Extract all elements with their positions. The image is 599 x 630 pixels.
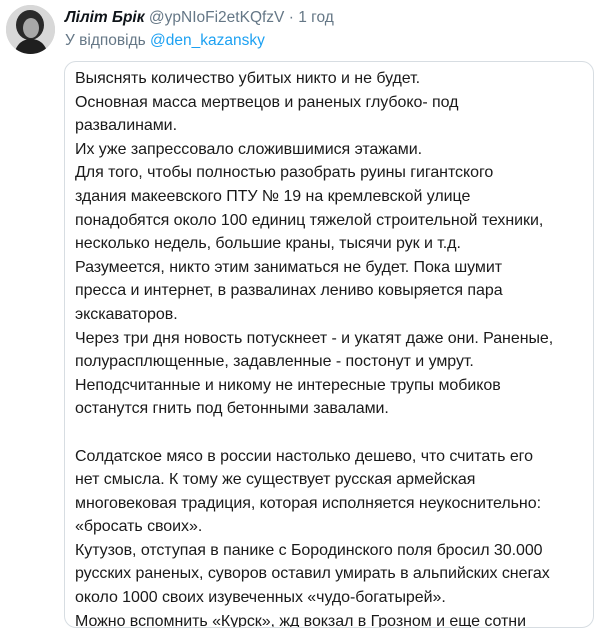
card-text-line: несколько недель, большие краны, тысячи … [75, 235, 461, 253]
card-text-line: «бросать своих». [75, 518, 203, 536]
attached-text-image[interactable]: Выяснять количество убитых никто и не бу… [64, 61, 594, 628]
card-text-line [75, 421, 593, 445]
card-text-line: Кутузов, отступая в панике с Бородинског… [75, 541, 543, 559]
card-text-line: Можно вспомнить «Курск», жд вокзал в Гро… [75, 612, 526, 628]
tweet[interactable]: Ліліт Брік @ypNIoFi2etKQfzV · 1 год У ві… [0, 0, 599, 630]
reply-mention-link[interactable]: @den_kazansky [150, 32, 265, 49]
card-text-line: останутся гнить под бетонными завалами. [75, 400, 389, 418]
card-text-line: Неподсчитанные и никому не интересные тр… [75, 376, 501, 394]
avatar-portrait-icon [6, 5, 55, 54]
card-text-line: около 1000 своих изувеченных «чудо-богат… [75, 589, 446, 607]
author-name[interactable]: Ліліт Брік [65, 9, 145, 26]
card-text-line: Их уже запрессовало сложившимися этажами… [75, 140, 423, 158]
card-text-line: Выяснять количество убитых никто и не бу… [75, 70, 421, 87]
tweet-header: Ліліт Брік @ypNIoFi2etKQfzV · 1 год [65, 8, 334, 27]
reply-prefix: У відповідь [65, 32, 146, 49]
card-text-line: Через три дня новость потускнеет - и ука… [75, 329, 554, 347]
card-text-line: Разумеется, никто этим заниматься не буд… [75, 258, 503, 276]
timestamp[interactable]: 1 год [298, 9, 334, 26]
card-text-line: полурасплющенные, задавленные - постонут… [75, 353, 474, 371]
card-text-line: развалинами. [75, 117, 177, 135]
card-text-line: нет смысла. К тому же существует русская… [75, 471, 476, 489]
card-text-line: здания макеевского ПТУ № 19 на кремлевск… [75, 187, 471, 205]
card-text-line: Основная масса мертвецов и раненых глубо… [75, 93, 459, 111]
card-text-line: русских раненых, суворов оставил умирать… [75, 565, 550, 583]
card-text-line: Солдатское мясо в россии настолько дешев… [75, 447, 533, 465]
card-text-line: пресса и интернет, в развалинах лениво к… [75, 282, 503, 300]
card-text-line: экскаваторов. [75, 305, 178, 323]
card-text-line: Для того, чтобы полностью разобрать руин… [75, 164, 494, 182]
avatar[interactable] [6, 5, 55, 54]
card-text-line: многовековая традиция, которая исполняет… [75, 494, 541, 512]
separator-dot: · [288, 9, 294, 26]
card-text-line: понадобятся около 100 единиц тяжелой стр… [75, 211, 544, 229]
reply-context: У відповідь @den_kazansky [65, 31, 265, 50]
author-handle[interactable]: @ypNIoFi2etKQfzV [149, 9, 284, 26]
